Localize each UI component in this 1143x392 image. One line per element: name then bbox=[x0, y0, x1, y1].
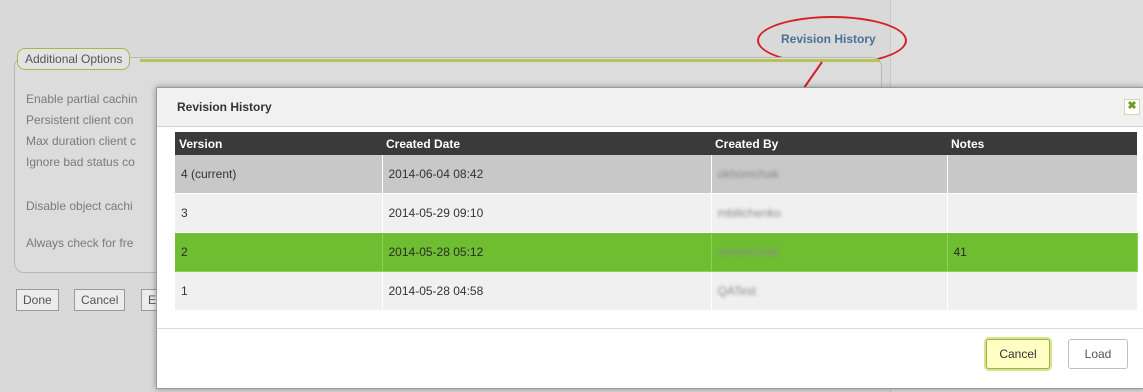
option-label-always-check: Always check for fre bbox=[26, 236, 134, 250]
cell-created-by: QATest bbox=[711, 271, 948, 311]
cancel-button-background[interactable]: Cancel bbox=[74, 289, 126, 311]
table-row[interactable]: 4 (current) 2014-06-04 08:42 okhomchak bbox=[175, 155, 1138, 194]
option-label-persistent-client: Persistent client con bbox=[26, 113, 134, 127]
cell-created-by: mbilichenko bbox=[711, 193, 948, 233]
column-header-notes[interactable]: Notes bbox=[947, 132, 1137, 155]
cell-notes bbox=[947, 193, 1138, 233]
option-label-max-duration: Max duration client c bbox=[26, 134, 137, 148]
revision-history-dialog: Revision History ✖ Version Created Date … bbox=[156, 87, 1143, 389]
dialog-title: Revision History bbox=[177, 100, 272, 114]
cell-version: 3 bbox=[175, 193, 383, 233]
cell-created-date: 2014-06-04 08:42 bbox=[382, 155, 712, 194]
cancel-button[interactable]: Cancel bbox=[986, 339, 1050, 369]
blurred-username: QATest bbox=[717, 284, 756, 298]
dialog-footer-divider bbox=[157, 328, 1143, 329]
revision-table: Version Created Date Created By Notes 4 … bbox=[175, 132, 1138, 311]
cell-notes bbox=[947, 155, 1138, 194]
options-header-rule bbox=[140, 59, 880, 62]
table-header-row: Version Created Date Created By Notes bbox=[175, 132, 1137, 155]
cell-created-date: 2014-05-28 04:58 bbox=[382, 271, 712, 311]
blurred-username: okhomchak bbox=[717, 245, 779, 259]
cell-version: 1 bbox=[175, 271, 383, 311]
cell-version: 4 (current) bbox=[175, 155, 383, 194]
cell-version: 2 bbox=[175, 232, 383, 272]
cell-created-date: 2014-05-28 05:12 bbox=[382, 232, 712, 272]
cell-created-date: 2014-05-29 09:10 bbox=[382, 193, 712, 233]
table-row[interactable]: 3 2014-05-29 09:10 mbilichenko bbox=[175, 193, 1138, 233]
column-header-created-date[interactable]: Created Date bbox=[382, 132, 711, 155]
close-icon[interactable]: ✖ bbox=[1124, 99, 1140, 115]
option-label-ignore-bad-status: Ignore bad status co bbox=[26, 155, 135, 169]
cell-created-by: okhomchak bbox=[711, 232, 948, 272]
load-button[interactable]: Load bbox=[1068, 339, 1128, 369]
column-header-created-by[interactable]: Created By bbox=[711, 132, 947, 155]
revision-table-wrap: Version Created Date Created By Notes 4 … bbox=[175, 132, 1138, 311]
done-button[interactable]: Done bbox=[16, 289, 59, 311]
cell-notes: 41 bbox=[947, 232, 1138, 272]
cell-notes bbox=[947, 271, 1138, 311]
column-header-version[interactable]: Version bbox=[175, 132, 382, 155]
dialog-titlebar: Revision History ✖ bbox=[157, 88, 1143, 127]
table-row-selected[interactable]: 2 2014-05-28 05:12 okhomchak 41 bbox=[175, 232, 1138, 272]
blurred-username: mbilichenko bbox=[717, 206, 781, 220]
option-label-disable-object-caching: Disable object cachi bbox=[26, 199, 133, 213]
additional-options-legend[interactable]: Additional Options bbox=[17, 48, 131, 70]
option-label-partial-caching: Enable partial cachin bbox=[26, 92, 138, 106]
blurred-username: okhomchak bbox=[717, 167, 779, 181]
cell-created-by: okhomchak bbox=[711, 155, 948, 194]
table-row[interactable]: 1 2014-05-28 04:58 QATest bbox=[175, 271, 1138, 311]
